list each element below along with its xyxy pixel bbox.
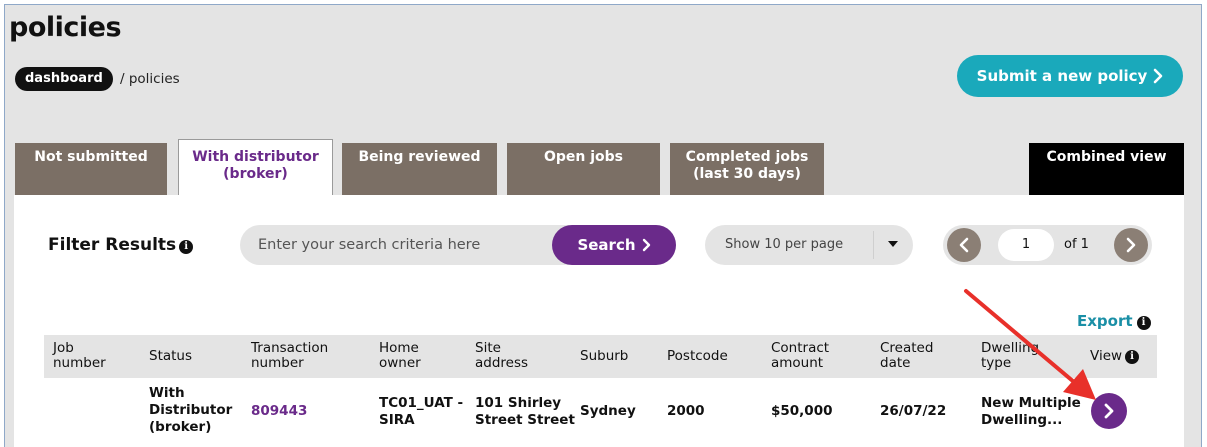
column-header-site-address[interactable]: Site address	[475, 341, 528, 371]
pagination: 1 of 1	[943, 225, 1152, 265]
cell-suburb: Sydney	[580, 403, 636, 419]
page-count: of 1	[1064, 237, 1089, 252]
column-header-contract-amount[interactable]: Contract amount	[771, 341, 829, 371]
tab-with-distributor[interactable]: With distributor (broker)	[178, 139, 333, 196]
cell-site-address: 101 Shirley Street Street	[475, 395, 575, 428]
tab-label-sub: (broker)	[223, 166, 288, 182]
per-page-value: Show 10 per page	[725, 237, 844, 252]
tab-label: Completed jobs	[685, 149, 809, 165]
filter-results-heading: Filter Results i	[48, 235, 194, 255]
chevron-right-icon	[1126, 237, 1136, 253]
view-policy-button[interactable]	[1091, 393, 1127, 429]
chevron-left-icon	[959, 237, 969, 253]
column-header-job-number[interactable]: Job number	[53, 341, 106, 371]
column-header-dwelling-type[interactable]: Dwelling type	[981, 341, 1039, 371]
info-icon[interactable]: i	[179, 240, 194, 254]
caret-down-icon[interactable]	[888, 241, 898, 247]
filter-label-text: Filter Results	[48, 235, 177, 255]
column-header-transaction-number[interactable]: Transaction number	[251, 341, 328, 371]
tab-not-submitted[interactable]: Not submitted	[15, 143, 167, 196]
export-label: Export	[1077, 312, 1133, 330]
cell-dwelling-type: New Multiple Dwelling...	[981, 395, 1081, 428]
next-page-button[interactable]	[1114, 228, 1148, 262]
column-header-suburb[interactable]: Suburb	[580, 349, 628, 364]
column-header-view: View i	[1090, 349, 1140, 364]
tab-open-jobs[interactable]: Open jobs	[507, 143, 660, 196]
cell-postcode: 2000	[667, 403, 705, 419]
search-button[interactable]: Search	[552, 225, 676, 265]
page-number-input[interactable]: 1	[998, 229, 1054, 261]
divider	[873, 231, 874, 259]
tab-label: Not submitted	[34, 149, 148, 165]
search-button-label: Search	[577, 236, 636, 254]
column-header-status[interactable]: Status	[149, 349, 192, 364]
cell-contract-amount: $50,000	[771, 403, 833, 419]
tab-completed-jobs[interactable]: Completed jobs (last 30 days)	[670, 143, 824, 196]
tab-being-reviewed[interactable]: Being reviewed	[342, 143, 497, 196]
chevron-right-icon	[1104, 403, 1114, 419]
cell-created-date: 26/07/22	[880, 403, 947, 419]
chevron-right-icon	[1154, 68, 1163, 84]
tab-label: With distributor	[192, 149, 319, 165]
info-icon[interactable]: i	[1136, 316, 1151, 330]
column-header-home-owner[interactable]: Home owner	[379, 341, 421, 371]
breadcrumb-current: / policies	[120, 71, 180, 87]
info-icon[interactable]: i	[1125, 350, 1140, 364]
tab-combined-view[interactable]: Combined view	[1029, 143, 1184, 196]
tab-label: Combined view	[1046, 149, 1167, 165]
tab-label: Open jobs	[543, 149, 624, 165]
column-header-created-date[interactable]: Created date	[880, 341, 933, 371]
chevron-right-icon	[642, 238, 650, 252]
previous-page-button[interactable]	[947, 228, 981, 262]
search-bar: Search	[240, 225, 676, 265]
breadcrumb-dashboard-link[interactable]: dashboard	[15, 67, 113, 91]
cell-home-owner: TC01_UAT - SIRA	[379, 395, 464, 428]
per-page-select[interactable]: Show 10 per page	[705, 225, 913, 265]
page-title: policies	[9, 12, 122, 43]
search-input[interactable]	[240, 225, 552, 265]
cell-status: With Distributor (broker)	[149, 385, 233, 435]
export-link[interactable]: Export i	[1077, 312, 1151, 330]
column-header-postcode[interactable]: Postcode	[667, 349, 728, 364]
submit-new-policy-button[interactable]: Submit a new policy	[957, 55, 1183, 97]
cell-transaction-number-link[interactable]: 809443	[251, 403, 307, 420]
tab-label: Being reviewed	[358, 149, 481, 165]
submit-button-label: Submit a new policy	[976, 67, 1148, 85]
tab-label-sub: (last 30 days)	[693, 166, 801, 182]
